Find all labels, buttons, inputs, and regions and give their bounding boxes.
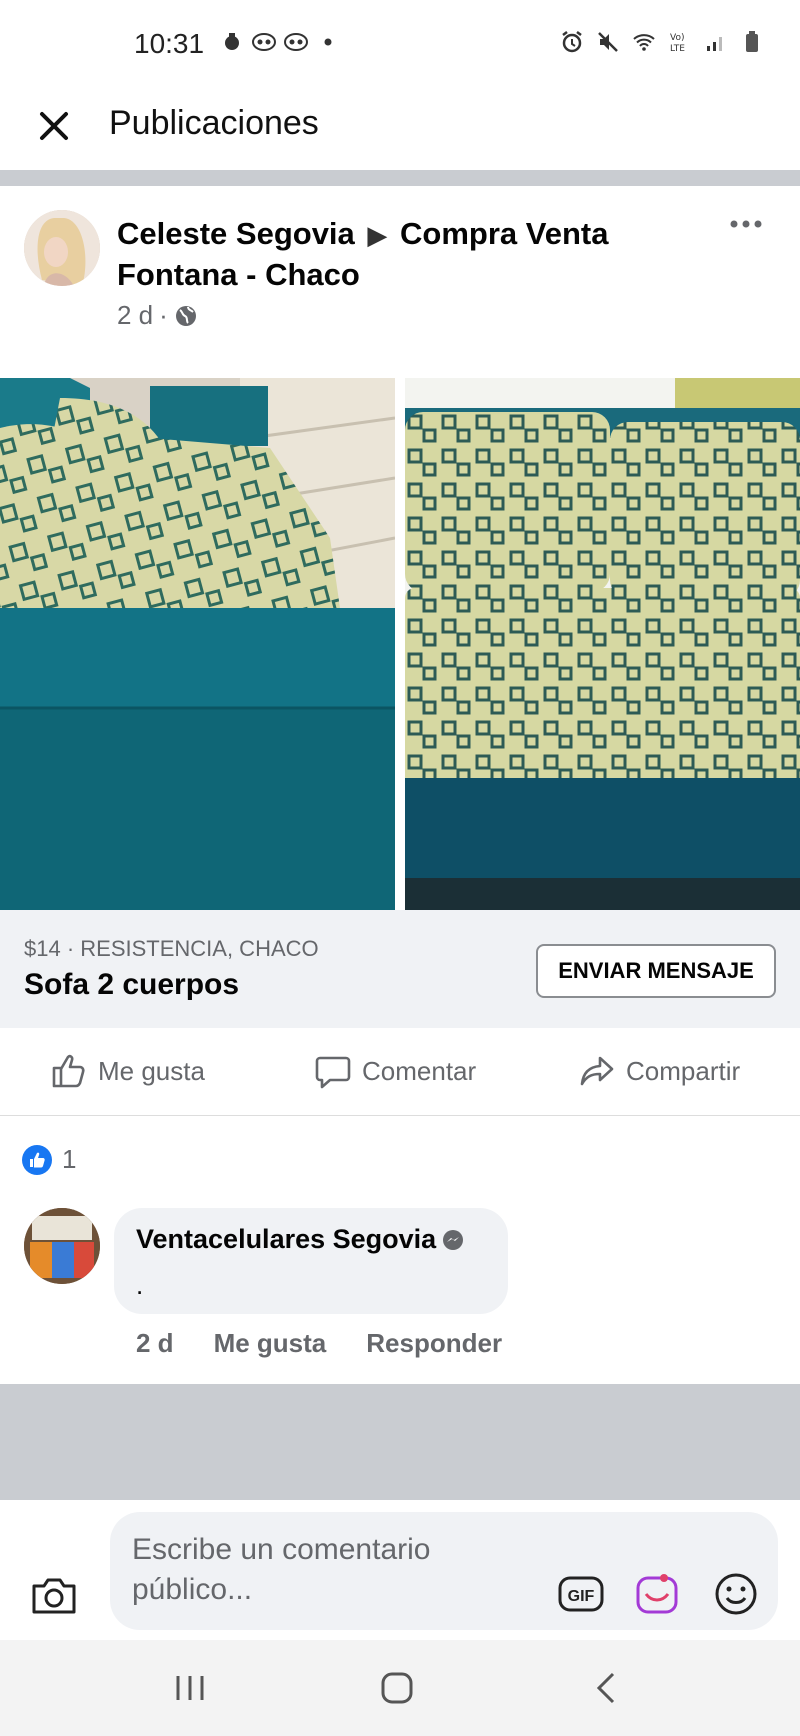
wifi-icon (633, 34, 655, 51)
post-header: Celeste Segovia ▶ Compra Venta Fontana -… (0, 186, 800, 336)
empty-area (0, 1384, 800, 1500)
commenter-name-row: Ventacelulares Segovia (136, 1224, 464, 1255)
gif-icon[interactable]: GIF (558, 1574, 604, 1614)
comment-like-button[interactable]: Me gusta (214, 1328, 327, 1359)
volte-icon: Vo)LTE (670, 33, 685, 54)
section-divider (0, 170, 800, 186)
sofa-photo-side[interactable] (0, 378, 395, 910)
gif-label: GIF (568, 1588, 595, 1605)
comment-composer: Escribe un comentario público... GIF (0, 1500, 800, 1640)
voicemail-icon (284, 33, 308, 51)
marketplace-info: $14 · RESISTENCIA, CHACO Sofa 2 cuerpos … (0, 910, 800, 1028)
commenter-name[interactable]: Ventacelulares Segovia (136, 1224, 436, 1255)
post-title: Celeste Segovia ▶ Compra Venta Fontana -… (117, 214, 677, 295)
reaction-count: 1 (62, 1144, 77, 1174)
recents-icon[interactable] (168, 1666, 212, 1710)
author-name[interactable]: Celeste Segovia (117, 216, 355, 251)
placeholder-line-1: Escribe un comentario (132, 1533, 431, 1566)
post-meta: 2 d · (117, 300, 198, 331)
post-actions: Me gusta Comentar Compartir (0, 1030, 800, 1116)
like-label: Me gusta (98, 1055, 205, 1086)
separator-arrow: ▶ (367, 220, 388, 250)
share-button[interactable]: Compartir (578, 1052, 740, 1090)
alarm-icon (562, 31, 582, 53)
comment-placeholder: Escribe un comentario público... (132, 1530, 512, 1610)
voicemail-icon (252, 33, 276, 51)
like-button[interactable]: Me gusta (50, 1052, 205, 1090)
messenger-icon (443, 1229, 464, 1250)
post-time[interactable]: 2 d (117, 300, 153, 331)
app-header: Publicaciones (0, 90, 800, 170)
comment-text: . (136, 1270, 144, 1300)
like-reaction-icon (22, 1144, 52, 1175)
camera-icon[interactable] (30, 1576, 78, 1616)
share-icon (580, 1056, 614, 1086)
listing-meta: $14 · RESISTENCIA, CHACO (24, 936, 319, 961)
close-icon[interactable] (36, 108, 72, 144)
status-left-icons (220, 30, 340, 54)
mute-icon (598, 32, 618, 52)
author-avatar[interactable] (24, 210, 100, 286)
emoji-icon[interactable] (714, 1572, 758, 1616)
meta-dot: · (159, 300, 168, 330)
comment-button[interactable]: Comentar (314, 1052, 476, 1090)
comment-label: Comentar (362, 1055, 477, 1086)
status-bar: 10:31 Vo) LTE (0, 0, 800, 90)
globe-icon (175, 305, 196, 326)
share-label: Compartir (626, 1055, 741, 1086)
svg-text:LTE: LTE (670, 44, 685, 54)
more-icon[interactable] (728, 216, 764, 232)
reaction-summary[interactable]: 1 (22, 1144, 76, 1175)
notification-icon (225, 33, 239, 50)
post-photos (0, 378, 800, 910)
placeholder-line-2: público... (132, 1573, 253, 1606)
sofa-photo-front[interactable] (405, 378, 800, 910)
page-title: Publicaciones (109, 104, 319, 142)
avatar-sticker-icon[interactable] (634, 1572, 680, 1616)
comment-actions: 2 d Me gusta Responder (136, 1328, 502, 1359)
thumbs-up-icon (52, 1054, 85, 1088)
signal-icon (707, 37, 722, 51)
dot-icon (324, 38, 332, 46)
comment-bubble: Ventacelulares Segovia . (114, 1208, 508, 1314)
commenter-avatar[interactable] (24, 1208, 100, 1284)
comment-input[interactable]: Escribe un comentario público... GIF (110, 1512, 778, 1630)
system-nav-bar (0, 1640, 800, 1736)
send-message-button[interactable]: ENVIAR MENSAJE (536, 944, 776, 998)
comment-icon (315, 1056, 351, 1089)
status-right-icons: Vo) LTE (560, 30, 764, 54)
comment-time[interactable]: 2 d (136, 1328, 174, 1359)
back-icon[interactable] (585, 1666, 629, 1710)
battery-icon (746, 31, 758, 52)
svg-text:Vo): Vo) (670, 33, 684, 43)
home-icon[interactable] (375, 1666, 419, 1710)
status-time: 10:31 (134, 28, 205, 59)
listing-title[interactable]: Sofa 2 cuerpos (24, 968, 239, 1002)
comment-reply-button[interactable]: Responder (366, 1328, 502, 1359)
